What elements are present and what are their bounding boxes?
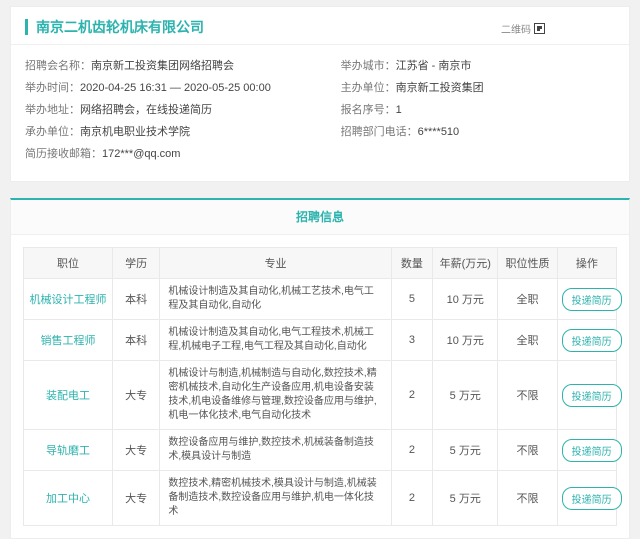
info-label: 招聘会名称： (25, 60, 91, 72)
info-value: 南京机电职业技术学院 (80, 126, 190, 138)
position-cell: 导轨磨工 (24, 430, 113, 471)
table-header-row: 职位学历专业数量年薪(万元)职位性质操作 (24, 248, 617, 279)
action-cell: 投递简历 (557, 320, 616, 361)
count-cell: 5 (391, 279, 433, 320)
info-label: 主办单位： (341, 82, 396, 94)
info-value: 南京新工投资集团 (396, 82, 484, 94)
degree-cell: 大专 (112, 361, 159, 430)
info-label: 举办城市： (341, 60, 396, 72)
type-cell: 全职 (498, 279, 557, 320)
company-info-card: 南京二机齿轮机床有限公司 二维码 招聘会名称：南京新工投资集团网络招聘会举办时间… (10, 6, 630, 182)
info-row: 招聘会名称：南京新工投资集团网络招聘会 (25, 55, 341, 77)
salary-cell: 5 万元 (433, 430, 498, 471)
salary-cell: 5 万元 (433, 361, 498, 430)
info-value: 172***@qq.com (102, 148, 180, 160)
info-label: 承办单位： (25, 126, 80, 138)
action-cell: 投递简历 (557, 471, 616, 526)
section-title: 招聘信息 (296, 210, 344, 224)
position-cell: 销售工程师 (24, 320, 113, 361)
qrcode-toggle[interactable]: 二维码 (501, 21, 545, 36)
count-cell: 2 (391, 430, 433, 471)
jobs-table: 职位学历专业数量年薪(万元)职位性质操作 机械设计工程师本科机械设计制造及其自动… (23, 247, 617, 526)
count-cell: 2 (391, 361, 433, 430)
info-label: 简历接收邮箱： (25, 148, 102, 160)
qrcode-icon (534, 23, 545, 34)
position-cell: 加工中心 (24, 471, 113, 526)
apply-button[interactable]: 投递简历 (562, 487, 622, 510)
column-header: 年薪(万元) (433, 248, 498, 279)
info-label: 报名序号： (341, 104, 396, 116)
salary-cell: 10 万元 (433, 279, 498, 320)
info-row: 举办城市：江苏省 - 南京市 (341, 55, 615, 77)
info-value: 南京新工投资集团网络招聘会 (91, 60, 234, 72)
apply-button[interactable]: 投递简历 (562, 439, 622, 462)
table-row: 加工中心大专数控技术,精密机械技术,模具设计与制造,机械装备制造技术,数控设备应… (24, 471, 617, 526)
salary-cell: 5 万元 (433, 471, 498, 526)
info-grid: 招聘会名称：南京新工投资集团网络招聘会举办时间：2020-04-25 16:31… (11, 45, 629, 181)
type-cell: 不限 (498, 430, 557, 471)
apply-button[interactable]: 投递简历 (562, 384, 622, 407)
type-cell: 全职 (498, 320, 557, 361)
major-cell: 机械设计制造及其自动化,机械工艺技术,电气工程及其自动化,自动化 (160, 279, 391, 320)
column-header: 职位 (24, 248, 113, 279)
position-cell: 装配电工 (24, 361, 113, 430)
info-value: 2020-04-25 16:31 — 2020-05-25 00:00 (80, 82, 271, 94)
apply-button[interactable]: 投递简历 (562, 288, 622, 311)
title-row: 南京二机齿轮机床有限公司 二维码 (11, 7, 629, 45)
position-cell: 机械设计工程师 (24, 279, 113, 320)
action-cell: 投递简历 (557, 430, 616, 471)
info-row: 举办地址：网络招聘会，在线投递简历 (25, 99, 341, 121)
info-value: 江苏省 - 南京市 (396, 60, 472, 72)
count-cell: 3 (391, 320, 433, 361)
column-header: 职位性质 (498, 248, 557, 279)
page-title: 南京二机齿轮机床有限公司 (25, 19, 204, 35)
info-label: 举办时间： (25, 82, 80, 94)
table-row: 销售工程师本科机械设计制造及其自动化,电气工程技术,机械工程,机械电子工程,电气… (24, 320, 617, 361)
action-cell: 投递简历 (557, 361, 616, 430)
info-row: 承办单位：南京机电职业技术学院 (25, 121, 341, 143)
degree-cell: 大专 (112, 471, 159, 526)
qrcode-label: 二维码 (501, 21, 531, 36)
table-row: 装配电工大专机械设计与制造,机械制造与自动化,数控技术,精密机械技术,自动化生产… (24, 361, 617, 430)
info-row: 简历接收邮箱：172***@qq.com (25, 143, 341, 165)
info-row: 招聘部门电话：6****510 (341, 121, 615, 143)
major-cell: 机械设计与制造,机械制造与自动化,数控技术,精密机械技术,自动化生产设备应用,机… (160, 361, 391, 430)
major-cell: 数控设备应用与维护,数控技术,机械装备制造技术,模具设计与制造 (160, 430, 391, 471)
type-cell: 不限 (498, 471, 557, 526)
info-row: 报名序号：1 (341, 99, 615, 121)
info-label: 举办地址： (25, 104, 80, 116)
major-cell: 数控技术,精密机械技术,模具设计与制造,机械装备制造技术,数控设备应用与维护,机… (160, 471, 391, 526)
degree-cell: 本科 (112, 320, 159, 361)
info-row: 举办时间：2020-04-25 16:31 — 2020-05-25 00:00 (25, 77, 341, 99)
jobs-card: 招聘信息 职位学历专业数量年薪(万元)职位性质操作 机械设计工程师本科机械设计制… (10, 198, 630, 539)
column-header: 数量 (391, 248, 433, 279)
action-cell: 投递简历 (557, 279, 616, 320)
info-column-left: 招聘会名称：南京新工投资集团网络招聘会举办时间：2020-04-25 16:31… (25, 55, 341, 165)
section-header: 招聘信息 (11, 200, 629, 235)
info-column-right: 举办城市：江苏省 - 南京市主办单位：南京新工投资集团报名序号：1招聘部门电话：… (341, 55, 615, 165)
column-header: 学历 (112, 248, 159, 279)
info-value: 1 (396, 104, 402, 116)
info-label: 招聘部门电话： (341, 126, 418, 138)
count-cell: 2 (391, 471, 433, 526)
apply-button[interactable]: 投递简历 (562, 329, 622, 352)
info-value: 6****510 (418, 126, 460, 138)
degree-cell: 本科 (112, 279, 159, 320)
table-row: 机械设计工程师本科机械设计制造及其自动化,机械工艺技术,电气工程及其自动化,自动… (24, 279, 617, 320)
column-header: 操作 (557, 248, 616, 279)
info-row: 主办单位：南京新工投资集团 (341, 77, 615, 99)
info-value: 网络招聘会，在线投递简历 (80, 104, 212, 116)
type-cell: 不限 (498, 361, 557, 430)
salary-cell: 10 万元 (433, 320, 498, 361)
table-row: 导轨磨工大专数控设备应用与维护,数控技术,机械装备制造技术,模具设计与制造25 … (24, 430, 617, 471)
major-cell: 机械设计制造及其自动化,电气工程技术,机械工程,机械电子工程,电气工程及其自动化… (160, 320, 391, 361)
degree-cell: 大专 (112, 430, 159, 471)
column-header: 专业 (160, 248, 391, 279)
